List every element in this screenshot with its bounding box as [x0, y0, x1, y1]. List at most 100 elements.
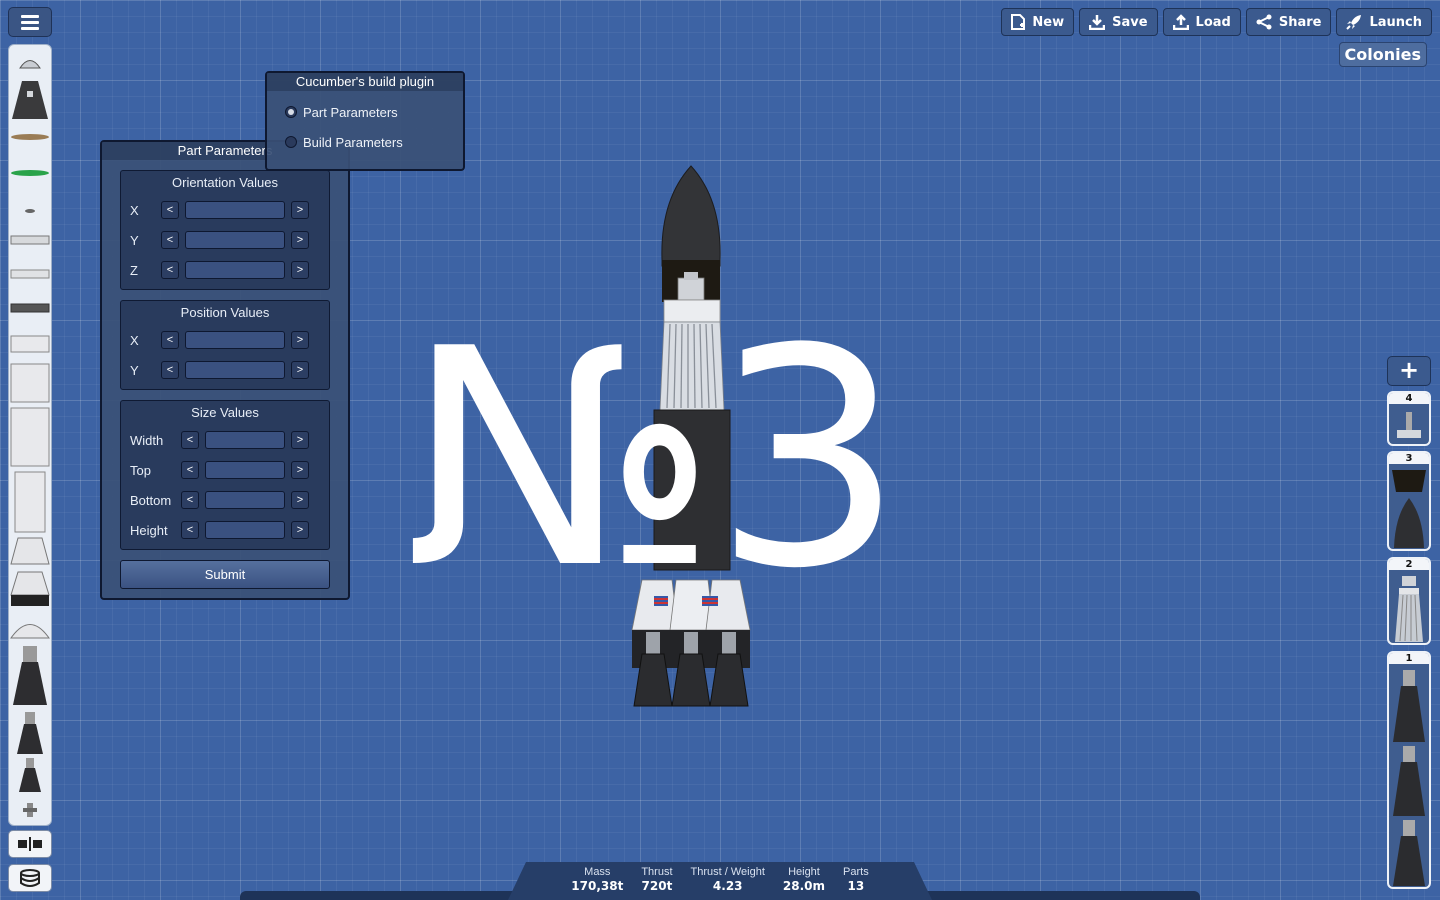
symmetry-toggle[interactable]: [8, 830, 52, 858]
stat-height-label: Height: [788, 866, 820, 878]
submit-button[interactable]: Submit: [120, 560, 330, 589]
stage-3-number: 3: [1389, 453, 1429, 464]
stat-thrust: Thrust 720t: [632, 862, 681, 900]
rocket-icon: [1346, 15, 1362, 30]
launch-button[interactable]: Launch: [1336, 8, 1432, 36]
rocket-assembly[interactable]: [620, 160, 770, 710]
position-values-group: Position Values X < > Y < >: [120, 300, 330, 390]
stage-4[interactable]: 4: [1387, 391, 1431, 446]
stage-3-parts-icon: [1392, 470, 1426, 548]
orientation-z-input[interactable]: [185, 261, 285, 279]
size-bottom-input[interactable]: [205, 491, 285, 509]
radio-unselected-icon[interactable]: [285, 136, 297, 148]
size-top-increase[interactable]: >: [291, 461, 309, 479]
build-plugin-window[interactable]: Cucumber's build plugin Part Parameters …: [265, 71, 465, 171]
option-build-parameters-label: Build Parameters: [303, 134, 403, 150]
new-button[interactable]: New: [1001, 8, 1075, 36]
orientation-x-row: X < >: [121, 201, 329, 221]
position-y-input[interactable]: [185, 361, 285, 379]
build-plugin-title: Cucumber's build plugin: [267, 73, 463, 91]
part-decoupler-icon[interactable]: [10, 133, 50, 141]
stat-thrust-value: 720t: [641, 879, 673, 893]
parts-palette[interactable]: [8, 44, 52, 826]
download-icon: [1089, 15, 1106, 30]
orientation-y-decrease[interactable]: <: [161, 231, 179, 249]
add-stage-button[interactable]: +: [1387, 356, 1431, 386]
position-y-label: Y: [130, 363, 139, 378]
load-button[interactable]: Load: [1162, 8, 1241, 36]
part-small-icon[interactable]: [24, 207, 36, 215]
position-y-row: Y < >: [121, 361, 329, 381]
part-tank-xl-icon[interactable]: [12, 471, 48, 533]
part-rcs-icon[interactable]: [21, 801, 39, 819]
rocket-core-tank: [653, 409, 731, 571]
part-capsule-icon[interactable]: [10, 79, 50, 121]
save-button-label: Save: [1112, 14, 1148, 30]
part-cone-adapter-icon[interactable]: [10, 537, 50, 565]
size-width-label: Width: [130, 433, 164, 448]
part-adapter-icon[interactable]: [10, 269, 50, 279]
size-width-input[interactable]: [205, 431, 285, 449]
symmetry-icon: [18, 837, 42, 851]
part-parachute-icon[interactable]: [10, 169, 50, 177]
stat-height-value: 28.0m: [782, 879, 826, 893]
stage-1[interactable]: 1: [1387, 651, 1431, 889]
position-y-increase[interactable]: >: [291, 361, 309, 379]
menu-icon-bar: [21, 14, 39, 18]
position-x-row: X < >: [121, 331, 329, 351]
size-width-increase[interactable]: >: [291, 431, 309, 449]
size-top-decrease[interactable]: <: [181, 461, 199, 479]
orientation-y-increase[interactable]: >: [291, 231, 309, 249]
load-button-label: Load: [1195, 14, 1231, 30]
option-build-parameters[interactable]: Build Parameters: [285, 133, 403, 151]
size-height-increase[interactable]: >: [291, 521, 309, 539]
part-tank-small-icon[interactable]: [10, 335, 50, 353]
orientation-z-decrease[interactable]: <: [161, 261, 179, 279]
orientation-x-increase[interactable]: >: [291, 201, 309, 219]
stack-toggle[interactable]: [8, 864, 52, 892]
stage-3[interactable]: 3: [1387, 451, 1431, 551]
orientation-z-increase[interactable]: >: [291, 261, 309, 279]
share-button[interactable]: Share: [1245, 8, 1332, 36]
size-values-title: Size Values: [191, 405, 259, 420]
colonies-button[interactable]: Colonies: [1338, 42, 1427, 67]
size-bottom-increase[interactable]: >: [291, 491, 309, 509]
option-part-parameters[interactable]: Part Parameters: [285, 103, 398, 121]
size-height-decrease[interactable]: <: [181, 521, 199, 539]
size-height-row: Height < >: [121, 521, 329, 541]
orientation-y-input[interactable]: [185, 231, 285, 249]
orientation-y-row: Y < >: [121, 231, 329, 251]
stat-tw-label: Thrust / Weight: [690, 866, 765, 878]
part-probe-icon[interactable]: [18, 53, 42, 69]
stage-1-number: 1: [1389, 653, 1429, 664]
orientation-z-label: Z: [130, 263, 138, 278]
part-fairing-base-icon[interactable]: [10, 235, 50, 245]
orientation-x-decrease[interactable]: <: [161, 201, 179, 219]
position-x-increase[interactable]: >: [291, 331, 309, 349]
position-y-decrease[interactable]: <: [161, 361, 179, 379]
position-x-decrease[interactable]: <: [161, 331, 179, 349]
position-x-input[interactable]: [185, 331, 285, 349]
size-bottom-decrease[interactable]: <: [181, 491, 199, 509]
stage-2[interactable]: 2: [1387, 557, 1431, 645]
part-dome-icon[interactable]: [10, 617, 50, 639]
part-engine-medium-icon[interactable]: [15, 711, 45, 755]
stage-1-parts-icon: [1393, 670, 1425, 886]
size-height-input[interactable]: [205, 521, 285, 539]
save-button[interactable]: Save: [1079, 8, 1158, 36]
stack-icon: [20, 869, 40, 887]
part-black-adapter-icon[interactable]: [10, 571, 50, 607]
part-engine-small-icon[interactable]: [17, 757, 43, 793]
part-dark-ring-icon[interactable]: [10, 303, 50, 313]
part-tank-medium-icon[interactable]: [10, 363, 50, 403]
radio-selected-icon[interactable]: [285, 106, 297, 118]
new-file-icon: [1011, 14, 1026, 30]
orientation-x-input[interactable]: [185, 201, 285, 219]
part-parameters-window[interactable]: Part Parameters Orientation Values X < >…: [100, 140, 350, 600]
part-engine-large-icon[interactable]: [11, 645, 49, 707]
size-top-input[interactable]: [205, 461, 285, 479]
menu-button[interactable]: [8, 7, 52, 37]
part-tank-large-icon[interactable]: [10, 407, 50, 467]
orientation-values-title: Orientation Values: [172, 175, 278, 190]
size-width-decrease[interactable]: <: [181, 431, 199, 449]
